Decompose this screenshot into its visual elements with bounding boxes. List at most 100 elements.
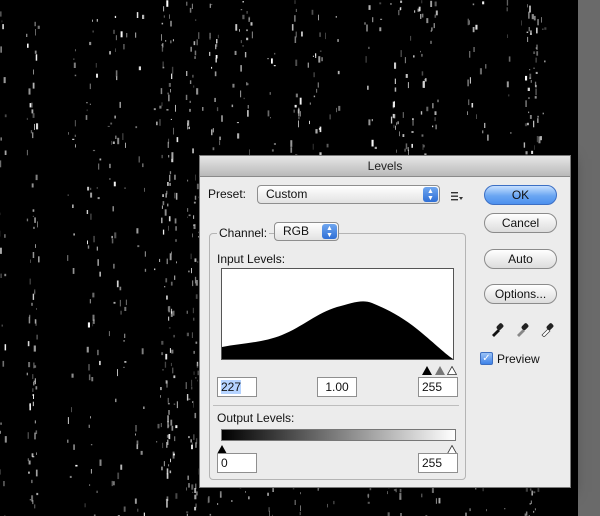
preset-value: Custom bbox=[266, 187, 308, 201]
speckle bbox=[529, 115, 532, 119]
speckle bbox=[195, 19, 197, 21]
speckle bbox=[374, 146, 377, 149]
speckle bbox=[160, 423, 162, 428]
speckle bbox=[112, 206, 114, 212]
speckle bbox=[472, 27, 475, 33]
speckle bbox=[508, 94, 510, 97]
gray-point-eyedropper-icon[interactable] bbox=[515, 321, 529, 342]
speckle bbox=[273, 65, 276, 67]
speckle bbox=[71, 373, 74, 378]
speckle bbox=[30, 259, 31, 263]
preset-select[interactable]: Custom ▲ ▼ bbox=[257, 185, 440, 204]
speckle bbox=[267, 492, 269, 496]
speckle bbox=[161, 340, 164, 345]
speckle bbox=[231, 104, 234, 108]
preset-stepper-icon: ▲ ▼ bbox=[423, 187, 438, 202]
speckle bbox=[135, 433, 136, 436]
histogram-graph bbox=[222, 301, 453, 359]
speckle bbox=[32, 252, 35, 258]
speckle bbox=[405, 143, 408, 150]
speckle bbox=[537, 487, 540, 492]
speckle bbox=[368, 119, 371, 126]
speckle bbox=[169, 348, 171, 353]
speckle bbox=[198, 32, 200, 39]
speckle bbox=[217, 34, 219, 39]
ok-button[interactable]: OK bbox=[484, 185, 557, 205]
speckle bbox=[32, 82, 35, 89]
speckle bbox=[404, 148, 406, 152]
speckle bbox=[74, 134, 76, 137]
input-gamma-field[interactable]: 1.00 bbox=[317, 377, 357, 397]
speckle bbox=[31, 479, 33, 484]
speckle bbox=[29, 103, 32, 108]
speckle bbox=[95, 63, 97, 68]
speckle bbox=[187, 475, 189, 480]
channel-select[interactable]: RGB ▲ ▼ bbox=[274, 222, 339, 241]
speckle bbox=[187, 208, 189, 212]
speckle bbox=[87, 240, 88, 245]
speckle bbox=[525, 511, 528, 516]
speckle bbox=[86, 109, 88, 112]
cancel-button[interactable]: Cancel bbox=[484, 213, 557, 233]
speckle bbox=[29, 314, 31, 318]
speckle bbox=[34, 420, 36, 424]
speckle bbox=[34, 217, 36, 223]
input-black-field[interactable]: 227 bbox=[217, 377, 257, 397]
output-white-field[interactable]: 255 bbox=[418, 453, 458, 473]
auto-button[interactable]: Auto bbox=[484, 249, 557, 269]
output-gradient bbox=[221, 429, 456, 441]
speckle bbox=[217, 503, 219, 505]
speckle bbox=[167, 203, 169, 207]
speckle bbox=[124, 333, 126, 338]
speckle bbox=[325, 32, 326, 40]
output-black-field[interactable]: 0 bbox=[217, 453, 257, 473]
input-white-field[interactable]: 255 bbox=[418, 377, 458, 397]
speckle bbox=[432, 125, 434, 128]
speckle bbox=[530, 500, 532, 504]
speckle bbox=[186, 394, 189, 401]
speckle bbox=[4, 436, 7, 443]
speckle bbox=[119, 101, 121, 108]
speckle bbox=[399, 493, 402, 500]
speckle bbox=[531, 14, 534, 20]
speckle bbox=[34, 289, 36, 295]
speckle bbox=[294, 15, 296, 22]
speckle bbox=[166, 381, 168, 388]
speckle bbox=[194, 50, 197, 56]
speckle bbox=[394, 78, 396, 84]
speckle bbox=[390, 3, 392, 5]
preset-menu-icon[interactable] bbox=[451, 189, 463, 201]
speckle bbox=[366, 24, 368, 32]
speckle bbox=[170, 281, 173, 286]
white-point-eyedropper-icon[interactable] bbox=[540, 321, 554, 342]
speckle bbox=[67, 417, 69, 424]
speckle bbox=[124, 187, 126, 189]
speckle bbox=[166, 434, 169, 438]
speckle bbox=[197, 379, 198, 382]
speckle bbox=[309, 102, 311, 105]
speckle bbox=[533, 120, 535, 128]
black-point-eyedropper-icon[interactable] bbox=[490, 321, 504, 342]
speckle bbox=[188, 214, 191, 217]
speckle bbox=[312, 143, 314, 150]
speckle bbox=[211, 4, 213, 6]
speckle bbox=[294, 36, 297, 43]
preview-checkbox[interactable]: ✓ bbox=[480, 352, 493, 365]
speckle bbox=[175, 493, 178, 499]
speckle bbox=[504, 508, 506, 510]
options-button[interactable]: Options... bbox=[484, 284, 557, 304]
speckle bbox=[435, 498, 437, 504]
speckle bbox=[236, 122, 239, 124]
speckle bbox=[392, 101, 395, 108]
speckle bbox=[161, 352, 164, 356]
speckle bbox=[164, 286, 166, 288]
speckle bbox=[240, 9, 243, 11]
speckle bbox=[191, 386, 193, 390]
speckle bbox=[30, 130, 33, 134]
speckle bbox=[316, 88, 318, 93]
speckle bbox=[209, 32, 211, 38]
speckle bbox=[173, 127, 174, 135]
speckle bbox=[174, 192, 176, 199]
speckle bbox=[525, 151, 528, 155]
speckle bbox=[195, 341, 198, 344]
